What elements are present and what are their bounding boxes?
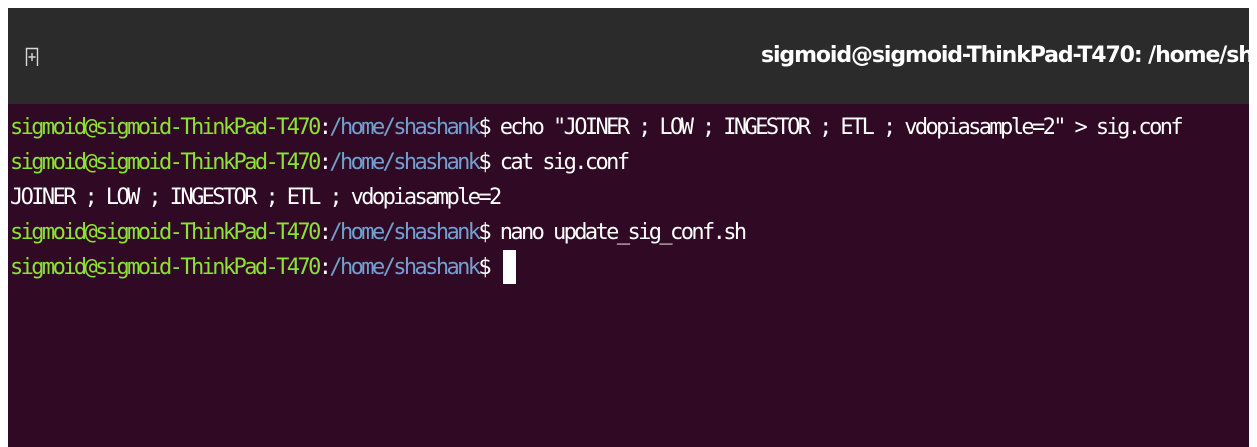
terminal-line: sigmoid@sigmoid-ThinkPad-T470:/home/shas… (10, 110, 1249, 145)
prompt-separator: : (318, 150, 332, 175)
command-text (489, 255, 500, 280)
prompt-path: /home/shashank (329, 255, 481, 280)
terminal-line: JOINER ; LOW ; INGESTOR ; ETL ; vdopiasa… (10, 180, 1249, 215)
new-tab-icon[interactable] (25, 47, 39, 67)
window-title: sigmoid@sigmoid-ThinkPad-T470: /home/sha… (761, 43, 1249, 68)
prompt-path: /home/shashank (329, 150, 481, 175)
prompt-user-host: sigmoid@sigmoid-ThinkPad-T470 (10, 220, 321, 245)
command-text: echo "JOINER ; LOW ; INGESTOR ; ETL ; vd… (489, 115, 1184, 140)
prompt-separator: : (318, 220, 332, 245)
terminal-line: sigmoid@sigmoid-ThinkPad-T470:/home/shas… (10, 145, 1249, 180)
command-output: JOINER ; LOW ; INGESTOR ; ETL ; vdopiasa… (10, 185, 502, 210)
prompt-user-host: sigmoid@sigmoid-ThinkPad-T470 (10, 150, 321, 175)
prompt-symbol: $ (478, 150, 491, 175)
prompt-symbol: $ (478, 255, 491, 280)
text-cursor (502, 250, 516, 284)
prompt-user-host: sigmoid@sigmoid-ThinkPad-T470 (10, 255, 321, 280)
prompt-path: /home/shashank (329, 115, 481, 140)
command-text: cat sig.conf (489, 150, 630, 175)
title-bar: sigmoid@sigmoid-ThinkPad-T470: /home/sha… (8, 8, 1249, 104)
prompt-user-host: sigmoid@sigmoid-ThinkPad-T470 (10, 115, 321, 140)
prompt-path: /home/shashank (329, 220, 481, 245)
terminal-window: sigmoid@sigmoid-ThinkPad-T470: /home/sha… (8, 8, 1249, 447)
terminal-line: sigmoid@sigmoid-ThinkPad-T470:/home/shas… (10, 215, 1249, 250)
prompt-symbol: $ (478, 220, 491, 245)
terminal-output[interactable]: sigmoid@sigmoid-ThinkPad-T470:/home/shas… (8, 104, 1249, 447)
prompt-symbol: $ (478, 115, 491, 140)
terminal-line: sigmoid@sigmoid-ThinkPad-T470:/home/shas… (10, 250, 1249, 285)
prompt-separator: : (318, 115, 332, 140)
command-text: nano update_sig_conf.sh (489, 220, 747, 245)
prompt-separator: : (318, 255, 332, 280)
